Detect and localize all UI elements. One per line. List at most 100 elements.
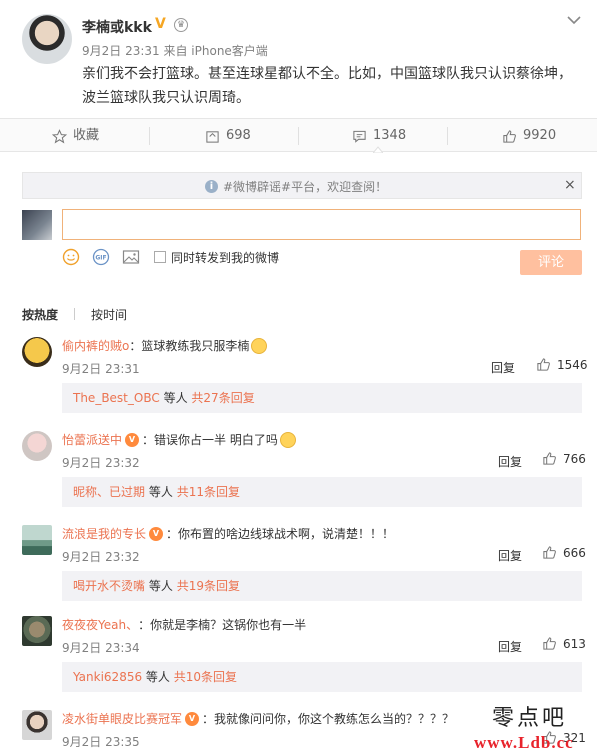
sub-reply-user[interactable]: 喝开水不烫嘴: [73, 579, 145, 593]
sort-by-time[interactable]: 按时间: [91, 306, 127, 323]
commenter-avatar[interactable]: [22, 431, 52, 461]
comment-date: 9月2日 23:32: [62, 550, 140, 564]
comment-date: 9月2日 23:31: [62, 362, 140, 376]
sub-reply-user[interactable]: 昵称、已过期: [73, 485, 145, 499]
weibo-post: 李楠或kkk V ♛ 9月2日 23:31 来自 iPhone客户端 亲们我不会…: [0, 0, 597, 118]
divider: [447, 127, 448, 145]
comment-like-button[interactable]: 666: [542, 545, 586, 560]
comment-item: 怡蕾派送中 V ：错误你占一半 明白了吗 9月2日 23:32 回复 766 昵…: [0, 431, 597, 525]
checkbox[interactable]: [154, 251, 166, 263]
commenter-avatar[interactable]: [22, 337, 52, 367]
comment-text: ：我就像问问你，你这个教练怎么当的？？？？: [202, 712, 455, 726]
sub-reply-mid: 等人: [163, 391, 188, 405]
cat-emoji-icon: [251, 337, 268, 354]
comment-date: 9月2日 23:34: [62, 641, 140, 655]
forward-checkbox[interactable]: 同时转发到我的微博: [154, 249, 279, 266]
sub-replies-bar[interactable]: Yanki62856 等人 共10条回复: [62, 662, 582, 692]
gif-icon[interactable]: GIF: [92, 248, 110, 266]
commenter-name[interactable]: 夜夜夜Yeah、: [62, 616, 138, 633]
comment-like-count: 1546: [557, 357, 588, 372]
thumbs-up-icon: [543, 637, 556, 650]
commenter-name[interactable]: 流浪是我的专长: [62, 525, 146, 542]
rumor-notice-bar[interactable]: i #微博辟谣#平台，欢迎查阅！ ×: [22, 172, 582, 199]
divider: [149, 127, 150, 145]
comment-text: ：错误你占一半 明白了吗: [142, 433, 278, 447]
star-icon: [52, 128, 67, 143]
post-text: 亲们我不会打篮球。甚至连球星都认不全。比如，中国篮球队我只认识蔡徐坤，波兰篮球队…: [82, 66, 572, 106]
verified-badge-icon: V: [155, 16, 166, 32]
emoji-icon[interactable]: [62, 248, 80, 266]
comment-like-count: 666: [563, 545, 586, 560]
close-icon[interactable]: ×: [564, 177, 576, 193]
comment-text: ：你布置的啥边线球战术啊，说清楚！！！: [166, 527, 395, 541]
member-badge-icon: V: [185, 711, 200, 726]
comment-text: ：你就是李楠？这锅你也有一半: [138, 618, 307, 632]
my-avatar: [22, 210, 52, 240]
comment-date: 9月2日 23:35: [62, 735, 140, 749]
favorite-label: 收藏: [73, 128, 100, 143]
comment-like-count: 613: [563, 636, 586, 651]
sub-replies-bar[interactable]: The_Best_OBC 等人 共27条回复: [62, 383, 582, 413]
commenter-avatar[interactable]: [22, 525, 52, 555]
comment-like-button[interactable]: 613: [542, 636, 586, 651]
favorite-button[interactable]: 收藏: [52, 119, 99, 153]
comment-like-button[interactable]: 766: [542, 451, 586, 466]
comment-item: 流浪是我的专长 V ：你布置的啥边线球战术啊，说清楚！！！ 9月2日 23:32…: [0, 525, 597, 619]
sub-replies-bar[interactable]: 喝开水不烫嘴 等人 共19条回复: [62, 571, 582, 601]
smile-emoji-icon: [279, 431, 296, 448]
post-meta: 9月2日 23:31 来自 iPhone客户端: [82, 44, 268, 58]
reply-button[interactable]: 回复: [498, 453, 522, 470]
reply-button[interactable]: 回复: [498, 547, 522, 564]
image-icon[interactable]: [122, 248, 140, 266]
divider: [298, 127, 299, 145]
active-tab-caret-icon: [373, 146, 383, 153]
sub-replies-bar[interactable]: 昵称、已过期 等人 共11条回复: [62, 477, 582, 507]
thumbs-up-icon: [543, 452, 556, 465]
sub-reply-count[interactable]: 共11条回复: [177, 485, 240, 499]
sub-reply-count[interactable]: 共27条回复: [191, 391, 254, 405]
sub-reply-mid: 等人: [148, 579, 173, 593]
notice-text[interactable]: #微博辟谣#平台，欢迎查阅！: [223, 178, 387, 195]
sub-reply-count[interactable]: 共10条回复: [174, 670, 237, 684]
author-avatar[interactable]: [22, 14, 72, 64]
thumbs-up-icon: [543, 546, 556, 559]
divider: [74, 308, 76, 320]
thumbs-up-icon: [537, 358, 550, 371]
commenter-name[interactable]: 怡蕾派送中: [62, 431, 122, 448]
reply-button[interactable]: 回复: [498, 638, 522, 655]
like-count: 9920: [523, 128, 557, 143]
commenter-avatar[interactable]: [22, 616, 52, 646]
comment-sort-tabs: 按热度 按时间: [22, 306, 127, 323]
repost-count: 698: [226, 128, 251, 143]
member-badge-icon: V: [125, 432, 140, 447]
comment-date: 9月2日 23:32: [62, 456, 140, 470]
like-button[interactable]: 9920: [502, 119, 556, 153]
comment-input[interactable]: [62, 209, 581, 240]
composer-toolbar: GIF 同时转发到我的微博: [62, 248, 279, 266]
comment-like-button[interactable]: 1546: [536, 357, 588, 372]
submit-comment-button[interactable]: 评论: [520, 250, 582, 275]
comment-like-count: 766: [563, 451, 586, 466]
sort-by-hot[interactable]: 按热度: [22, 306, 58, 323]
commenter-avatar[interactable]: [22, 710, 52, 740]
author-name[interactable]: 李楠或kkk: [82, 17, 152, 37]
watermark-url: www.Ldb.cc: [474, 733, 574, 752]
comment-text: ：篮球教练我只服李楠: [129, 339, 250, 353]
sub-reply-user[interactable]: Yanki62856: [73, 670, 142, 684]
sub-reply-user[interactable]: The_Best_OBC: [73, 391, 160, 405]
member-crown-icon: ♛: [174, 18, 188, 32]
commenter-name[interactable]: 凌水街单眼皮比赛冠军: [62, 710, 182, 727]
sub-reply-mid: 等人: [145, 670, 170, 684]
watermark-brand: 零点吧: [492, 706, 568, 731]
member-badge-icon: V: [149, 526, 164, 541]
commenter-name[interactable]: 偷内裤的贼o: [62, 337, 129, 354]
reply-button[interactable]: 回复: [491, 359, 515, 376]
info-icon: i: [205, 180, 218, 193]
svg-text:GIF: GIF: [95, 255, 106, 262]
repost-button[interactable]: 698: [205, 119, 251, 153]
chevron-down-icon[interactable]: [566, 14, 582, 26]
comment-item: 偷内裤的贼o ：篮球教练我只服李楠 9月2日 23:31 回复 1546 The…: [0, 337, 597, 431]
thumbs-up-icon: [503, 129, 516, 143]
sub-reply-count[interactable]: 共19条回复: [177, 579, 240, 593]
comment-icon: [353, 130, 366, 143]
